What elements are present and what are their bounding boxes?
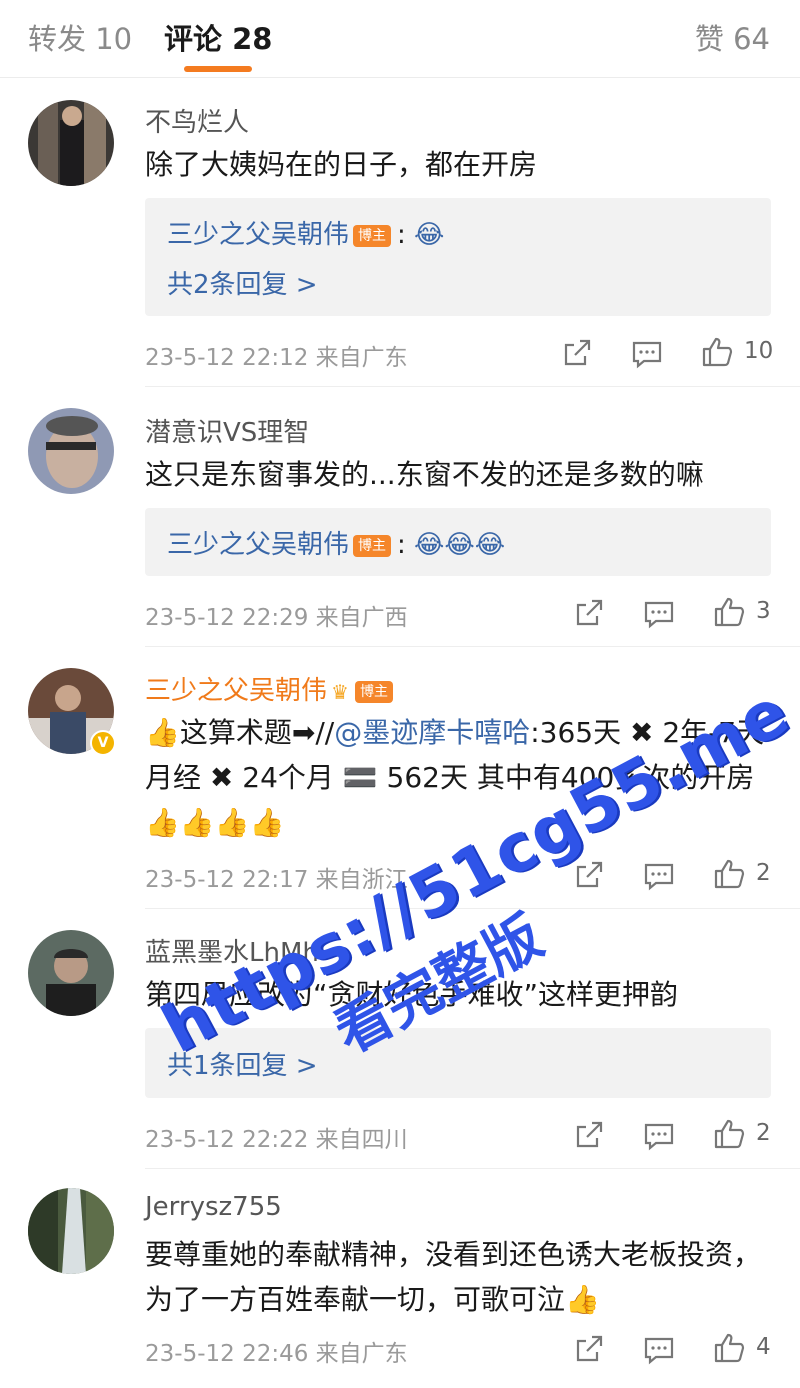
like-count: 2 bbox=[756, 1120, 771, 1146]
divider bbox=[145, 386, 800, 387]
reply-entry: 三少之父吴朝伟 博主: 😂😂😂 bbox=[167, 524, 505, 561]
like-count: 2 bbox=[756, 860, 771, 886]
comment-username[interactable]: 蓝黑墨水LhMh bbox=[145, 932, 319, 969]
comment-meta: 23-5-12 22:12 来自广东 bbox=[145, 338, 408, 372]
comment-meta: 23-5-12 22:46 来自广东 bbox=[145, 1334, 408, 1368]
avatar[interactable] bbox=[28, 100, 114, 186]
comment-icon[interactable] bbox=[630, 337, 664, 371]
author-name[interactable]: 三少之父吴朝伟 bbox=[145, 676, 327, 706]
comment-icon[interactable] bbox=[642, 1119, 676, 1153]
user-mention[interactable]: @墨迹摩卡嘻哈 bbox=[334, 716, 530, 749]
comment-username[interactable]: 三少之父吴朝伟 ♛ 博主 bbox=[145, 670, 393, 707]
comment-text: 第四局应改为“贪财好色手难收”这样更押韵 bbox=[145, 978, 679, 1011]
tab-comments[interactable]: 评论 28 bbox=[164, 16, 272, 58]
comment-text: 这只是东窗事发的...东窗不发的还是多数的嘛 bbox=[145, 458, 704, 491]
comment-text: 除了大姨妈在的日子，都在开房 bbox=[145, 148, 538, 181]
comment-location: 来自广东 bbox=[315, 345, 408, 371]
comment-time: 23-5-12 22:12 bbox=[145, 345, 309, 371]
like-icon[interactable] bbox=[700, 335, 734, 369]
comment-text: 要尊重她的奉献精神，没看到还色诱大老板投资，为了一方百姓奉献一切，可歌可泣👍 bbox=[145, 1238, 762, 1316]
comment-text: 👍这算术题➡//@墨迹摩卡嘻哈:365天 ✖ 2年-7天月经 ✖ 24个月 🟰 … bbox=[145, 710, 775, 845]
share-icon[interactable] bbox=[572, 1118, 606, 1152]
comment-time: 23-5-12 22:46 bbox=[145, 1341, 309, 1367]
comment-username[interactable]: 潜意识VS理智 bbox=[145, 412, 309, 449]
view-replies-link[interactable]: 共1条回复 > bbox=[167, 1045, 318, 1082]
like-icon[interactable] bbox=[712, 595, 746, 629]
reply-colon: : bbox=[397, 220, 406, 250]
divider bbox=[145, 908, 800, 909]
divider bbox=[145, 646, 800, 647]
reply-entry: 三少之父吴朝伟 博主: 😂 bbox=[167, 214, 444, 251]
share-icon[interactable] bbox=[560, 336, 594, 370]
active-tab-indicator bbox=[184, 66, 252, 72]
reply-colon: : bbox=[397, 530, 406, 560]
avatar[interactable] bbox=[28, 1188, 114, 1274]
reply-emoji: 😂😂😂 bbox=[414, 530, 506, 560]
reply-box[interactable]: 共1条回复 > bbox=[145, 1028, 771, 1098]
divider bbox=[145, 1168, 800, 1169]
verified-badge-icon: V bbox=[90, 730, 116, 756]
tab-bar: 转发 10 评论 28 赞 64 bbox=[0, 0, 800, 78]
comment-icon[interactable] bbox=[642, 859, 676, 893]
comment-time: 23-5-12 22:29 bbox=[145, 605, 309, 631]
author-badge: 博主 bbox=[353, 534, 392, 557]
comment-icon[interactable] bbox=[642, 1333, 676, 1367]
reply-box[interactable]: 三少之父吴朝伟 博主: 😂😂😂 bbox=[145, 508, 771, 576]
share-icon[interactable] bbox=[572, 858, 606, 892]
avatar[interactable] bbox=[28, 408, 114, 494]
comment-time: 23-5-12 22:22 bbox=[145, 1127, 309, 1153]
author-badge: 博主 bbox=[354, 680, 393, 703]
author-badge: 博主 bbox=[353, 224, 392, 247]
reply-box[interactable]: 三少之父吴朝伟 博主: 😂 共2条回复 > bbox=[145, 198, 771, 316]
like-icon[interactable] bbox=[712, 1117, 746, 1151]
avatar[interactable] bbox=[28, 930, 114, 1016]
share-icon[interactable] bbox=[572, 1332, 606, 1366]
comment-username[interactable]: Jerrysz755 bbox=[145, 1192, 282, 1222]
reply-emoji: 😂 bbox=[414, 220, 445, 250]
like-icon[interactable] bbox=[712, 1331, 746, 1365]
reply-username[interactable]: 三少之父吴朝伟 bbox=[167, 220, 349, 250]
comment-meta: 23-5-12 22:29 来自广西 bbox=[145, 598, 408, 632]
crown-icon: ♛ bbox=[331, 679, 349, 704]
comment-username[interactable]: 不鸟烂人 bbox=[145, 102, 249, 139]
tab-repost[interactable]: 转发 10 bbox=[28, 16, 132, 58]
like-icon[interactable] bbox=[712, 857, 746, 891]
comment-location: 来自广东 bbox=[315, 1341, 408, 1367]
comment-time: 23-5-12 22:17 bbox=[145, 867, 309, 893]
share-icon[interactable] bbox=[572, 596, 606, 630]
comment-location: 来自四川 bbox=[315, 1127, 408, 1153]
like-count: 4 bbox=[756, 1334, 771, 1360]
like-count: 10 bbox=[744, 338, 774, 364]
comment-location: 来自浙江 bbox=[315, 867, 408, 893]
tab-likes[interactable]: 赞 64 bbox=[695, 16, 770, 58]
comment-text-prefix: 👍这算术题➡// bbox=[145, 716, 335, 749]
like-count: 3 bbox=[756, 598, 771, 624]
comment-meta: 23-5-12 22:22 来自四川 bbox=[145, 1120, 408, 1154]
comment-meta: 23-5-12 22:17 来自浙江 bbox=[145, 860, 408, 894]
reply-username[interactable]: 三少之父吴朝伟 bbox=[167, 530, 349, 560]
comment-location: 来自广西 bbox=[315, 605, 408, 631]
view-replies-link[interactable]: 共2条回复 > bbox=[167, 264, 318, 301]
comment-icon[interactable] bbox=[642, 597, 676, 631]
